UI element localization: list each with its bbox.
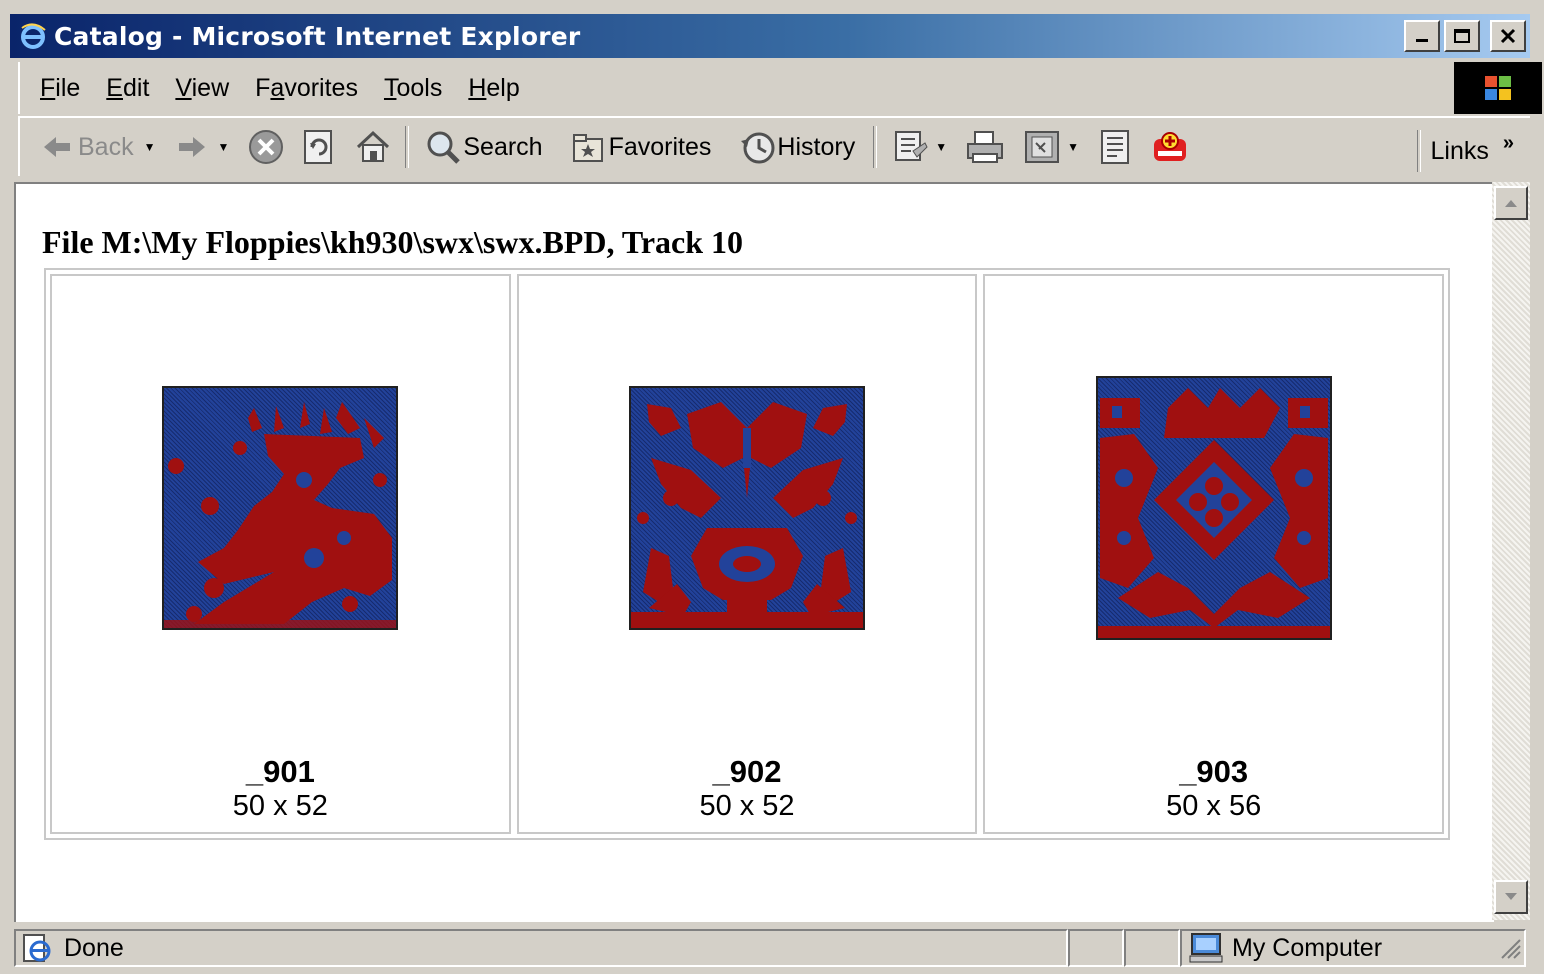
- edit-dropdown-icon[interactable]: ▼: [1067, 140, 1079, 154]
- discuss-button[interactable]: [1097, 129, 1133, 165]
- back-button[interactable]: Back ▼: [42, 133, 155, 162]
- stop-button[interactable]: [247, 128, 285, 166]
- mail-button[interactable]: ▼: [893, 129, 947, 165]
- security-zone-panel[interactable]: My Computer: [1180, 929, 1526, 967]
- history-button[interactable]: History: [739, 129, 855, 165]
- windows-flag-icon: [1485, 76, 1511, 100]
- history-icon: [741, 132, 775, 164]
- forward-button[interactable]: ▼: [177, 135, 229, 159]
- vase-pattern-icon: [631, 402, 863, 628]
- search-button[interactable]: Search: [425, 129, 543, 165]
- back-arrow-icon: [44, 137, 70, 157]
- menu-help[interactable]: Help: [468, 74, 519, 103]
- pattern-name: _903: [1179, 754, 1249, 789]
- menu-bar: File Edit View Favorites Tools Help: [18, 62, 1440, 114]
- pattern-thumbnail-901[interactable]: [162, 386, 399, 630]
- arrow-down-icon: [1505, 893, 1517, 900]
- status-text: Done: [64, 933, 124, 962]
- search-icon: [427, 131, 461, 164]
- links-label: Links: [1430, 136, 1489, 165]
- close-button[interactable]: [1490, 20, 1526, 52]
- favorites-folder-icon: [572, 134, 603, 162]
- forward-arrow-icon: [179, 137, 206, 157]
- print-button[interactable]: [965, 130, 1005, 164]
- menu-view[interactable]: View: [175, 74, 229, 103]
- window-title: Catalog - Microsoft Internet Explorer: [54, 21, 581, 51]
- mail-icon: [895, 131, 928, 161]
- menu-edit[interactable]: Edit: [106, 74, 149, 103]
- scroll-up-button[interactable]: [1494, 186, 1528, 220]
- search-label: Search: [463, 132, 543, 161]
- page-done-icon: [23, 934, 51, 962]
- messenger-icon: [1153, 132, 1186, 161]
- status-bar: Done My Computer: [14, 926, 1530, 970]
- ie-logo-icon: [18, 21, 48, 51]
- chevron-more-icon[interactable]: »: [1503, 132, 1514, 155]
- my-computer-icon: [1189, 933, 1223, 963]
- pattern-size: 50 x 52: [232, 790, 328, 822]
- pattern-size: 50 x 52: [699, 790, 795, 822]
- page-content: File M:\My Floppies\kh930\swx\swx.BPD, T…: [14, 182, 1494, 922]
- menu-file[interactable]: File: [40, 74, 80, 103]
- status-panel-empty: [1068, 929, 1124, 967]
- medallion-pattern-icon: [1097, 388, 1330, 638]
- toolbar-separator: [1416, 130, 1421, 172]
- vertical-scrollbar[interactable]: [1492, 182, 1530, 920]
- pattern-name: _901: [245, 754, 315, 789]
- edit-button[interactable]: ▼: [1023, 129, 1079, 165]
- history-label: History: [777, 132, 856, 161]
- pattern-name: _902: [712, 754, 782, 789]
- toolbar-separator: [405, 126, 410, 168]
- pattern-size: 50 x 56: [1166, 790, 1262, 822]
- pattern-thumbnail-902[interactable]: [629, 386, 865, 630]
- minimize-icon: [1416, 39, 1428, 42]
- back-label: Back: [78, 132, 134, 161]
- edit-icon: [1025, 131, 1060, 163]
- arrow-up-icon: [1505, 200, 1517, 207]
- mail-dropdown-icon[interactable]: ▼: [935, 140, 947, 154]
- links-bar[interactable]: Links »: [1409, 130, 1514, 172]
- favorites-label: Favorites: [608, 132, 712, 161]
- forward-dropdown-icon[interactable]: ▼: [217, 140, 229, 154]
- maximize-button[interactable]: [1444, 20, 1480, 52]
- minimize-button[interactable]: [1404, 20, 1440, 52]
- status-text-panel: Done: [14, 929, 1068, 967]
- standard-toolbar: Back ▼ ▼ Search Favorites History ▼ ▼ Li…: [18, 116, 1530, 176]
- home-button[interactable]: [355, 130, 391, 164]
- pattern-thumbnail-903[interactable]: [1095, 376, 1332, 640]
- toolbar-separator: [873, 126, 878, 168]
- menu-tools[interactable]: Tools: [384, 74, 442, 103]
- print-icon: [967, 131, 1004, 163]
- refresh-button[interactable]: [301, 129, 335, 165]
- status-panel-empty: [1124, 929, 1180, 967]
- messenger-button[interactable]: [1151, 129, 1189, 165]
- stop-icon: [249, 130, 284, 164]
- favorites-button[interactable]: Favorites: [571, 131, 712, 163]
- discuss-icon: [1100, 130, 1129, 164]
- catalog-cell: _902 50 x 52: [516, 274, 978, 834]
- back-dropdown-icon[interactable]: ▼: [144, 140, 156, 154]
- catalog-cell: _903 50 x 56: [983, 274, 1445, 834]
- home-icon: [357, 130, 390, 162]
- title-bar[interactable]: Catalog - Microsoft Internet Explorer: [10, 14, 1530, 58]
- scroll-down-button[interactable]: [1494, 880, 1528, 914]
- zone-label: My Computer: [1232, 933, 1383, 962]
- page-heading: File M:\My Floppies\kh930\swx\swx.BPD, T…: [42, 224, 744, 260]
- refresh-icon: [304, 130, 333, 164]
- catalog-cell: _901 50 x 52: [50, 274, 511, 834]
- close-icon: [1500, 28, 1516, 44]
- deer-pattern-icon: [164, 402, 397, 628]
- maximize-icon: [1454, 29, 1470, 43]
- resize-grip-icon[interactable]: [1498, 936, 1522, 960]
- windows-logo-throbber: [1454, 62, 1542, 114]
- menu-favorites[interactable]: Favorites: [255, 74, 358, 103]
- catalog-table: _901 50 x 52 _902 50 x 52 _903 50 x 56: [44, 268, 1450, 840]
